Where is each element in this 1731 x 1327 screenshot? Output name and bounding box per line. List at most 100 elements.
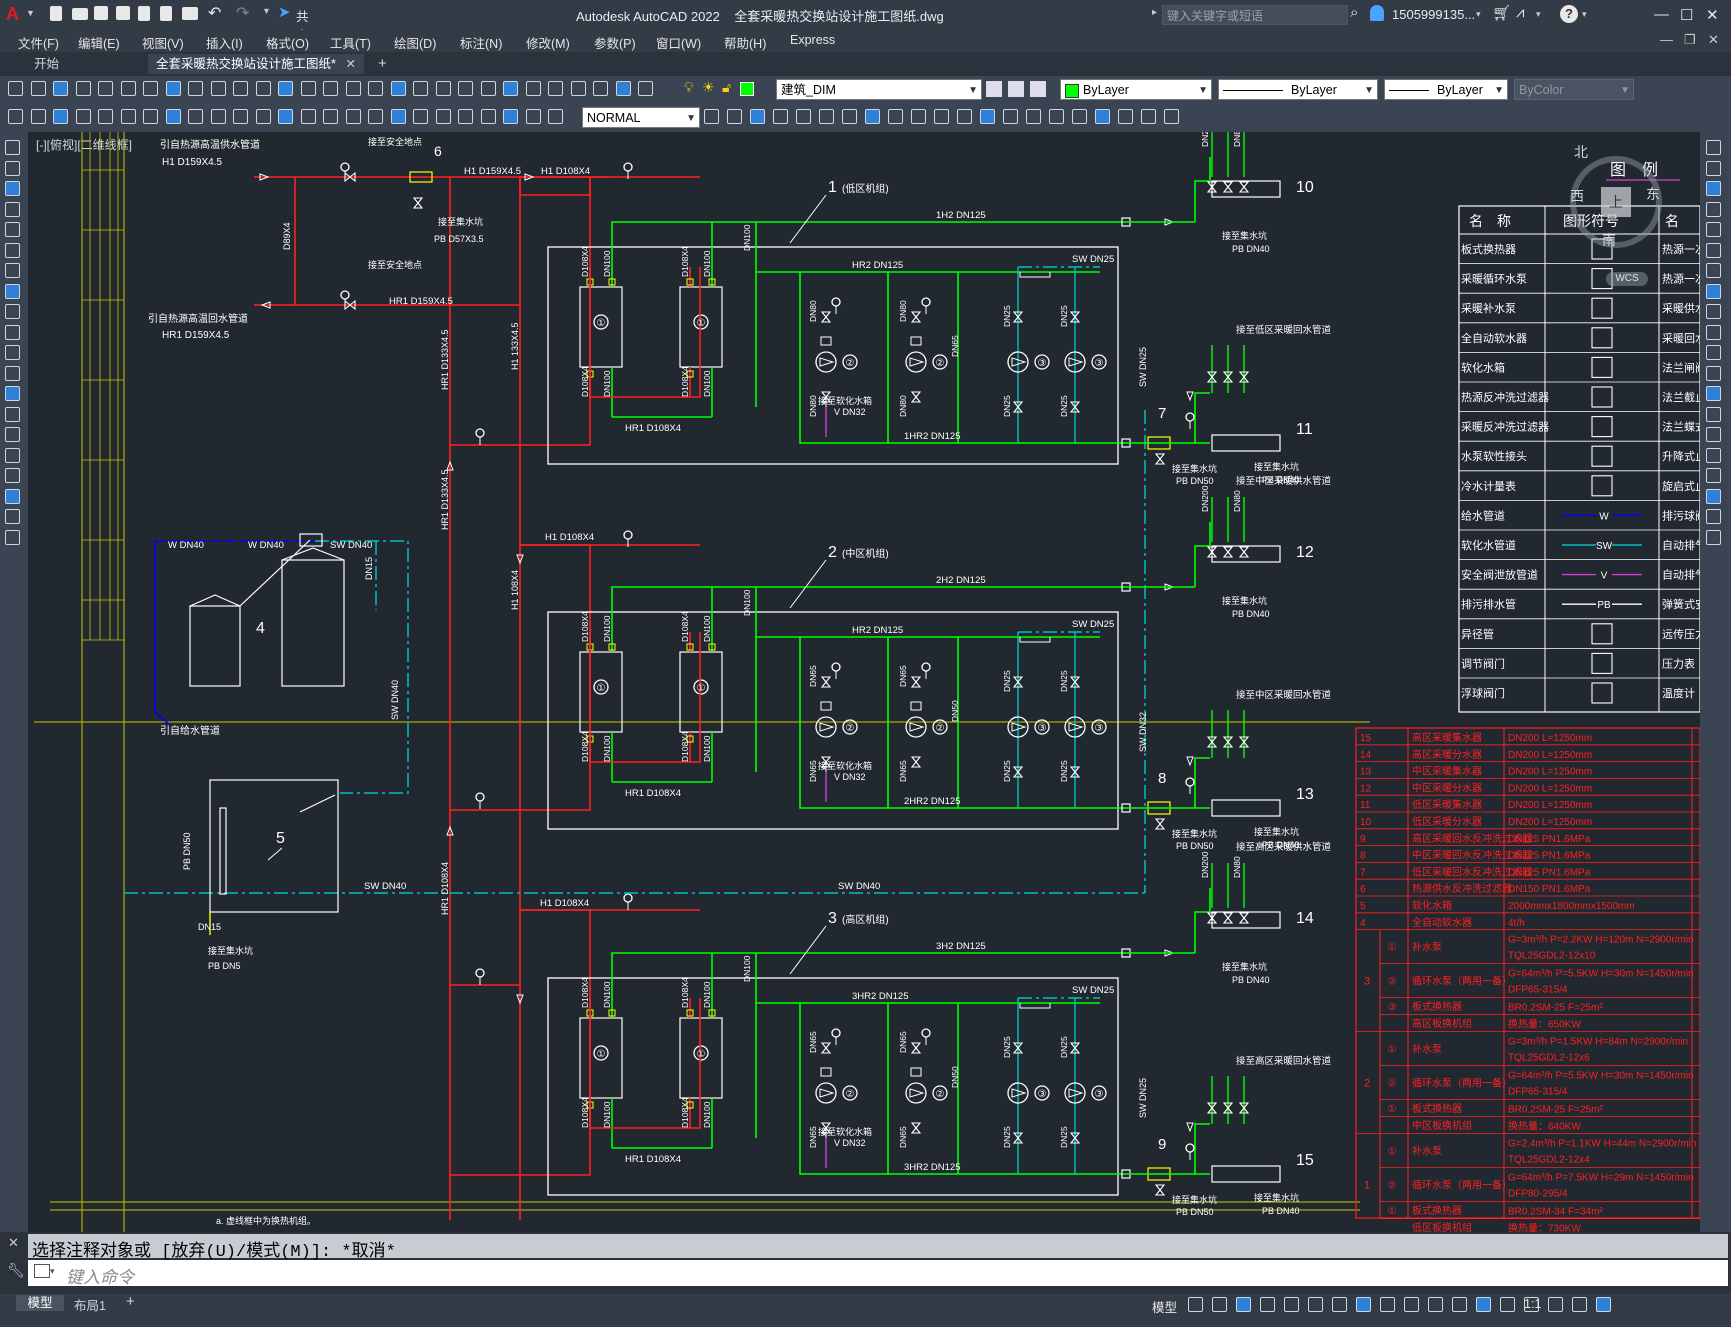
tb1-tool-25-icon[interactable] — [548, 81, 563, 96]
tb2-tool-12-icon[interactable] — [255, 109, 271, 124]
tb1-tool-27-icon[interactable] — [593, 81, 608, 96]
explode-icon[interactable] — [1706, 488, 1721, 504]
annotation-scale[interactable]: 1:1 — [1524, 1297, 1541, 1311]
insert-block-icon[interactable] — [5, 365, 20, 381]
tb1-tool-24-icon[interactable] — [525, 81, 541, 96]
tb22-tool-6-icon[interactable] — [819, 109, 834, 124]
tb1-tool-19-icon[interactable] — [413, 81, 428, 96]
array-icon[interactable] — [1706, 222, 1721, 237]
tb2-tool-15-icon[interactable] — [323, 109, 338, 124]
move-icon[interactable] — [1706, 242, 1721, 258]
drawing-canvas[interactable]: [-][俯视][二维线框] 引自热源高温供水管道 H1 D159X4.5 引自热源高… — [28, 132, 1700, 1232]
command-input[interactable]: 键入命令 — [66, 1263, 134, 1289]
menu-window[interactable]: 窗口(W) — [656, 33, 701, 52]
revcloud-icon[interactable] — [5, 283, 20, 299]
viewcube-west[interactable]: 西 — [1570, 186, 1584, 206]
undo-icon[interactable]: ↶ — [208, 3, 221, 23]
color-dropdown-chevron-icon[interactable]: ▼ — [1198, 80, 1208, 101]
search-box[interactable]: 键入关键字或短语 — [1162, 5, 1348, 25]
menu-dimension[interactable]: 标注(N) — [460, 33, 502, 52]
hatch-icon[interactable] — [5, 427, 20, 442]
viewcube-east[interactable]: 东 — [1646, 184, 1660, 204]
tb2-tool-5-icon[interactable] — [98, 109, 113, 124]
menu-insert[interactable]: 插入(I) — [206, 33, 243, 52]
tb22-tool-20-icon[interactable] — [1141, 109, 1156, 124]
tb22-tool-4-icon[interactable] — [773, 109, 788, 124]
tb22-tool-8-icon[interactable] — [865, 109, 880, 124]
help-chevron-icon[interactable]: ▾ — [1582, 9, 1587, 20]
save-web-icon[interactable] — [160, 6, 172, 21]
tb2-tool-18-icon[interactable] — [390, 109, 406, 124]
tb22-tool-3-icon[interactable] — [750, 109, 765, 124]
tb1-tool-3-icon[interactable] — [53, 81, 68, 96]
doc-restore-icon[interactable]: ❐ — [1684, 32, 1696, 48]
workspace-icon[interactable] — [1548, 1297, 1563, 1312]
ellipse-arc-icon[interactable] — [5, 345, 20, 360]
lineweight-icon[interactable] — [1428, 1297, 1443, 1312]
layout-tab-model[interactable]: 模型 — [16, 1295, 64, 1311]
layer-dropdown-chevron-icon[interactable]: ▼ — [968, 80, 978, 101]
tab-add-button[interactable]: + — [370, 54, 395, 74]
menu-tools[interactable]: 工具(T) — [330, 33, 371, 52]
circle-icon[interactable] — [5, 263, 20, 278]
polar-icon[interactable] — [1284, 1297, 1299, 1312]
selection-cycling-icon[interactable] — [1476, 1297, 1491, 1312]
tb1-tool-16-icon[interactable] — [345, 81, 361, 96]
tab-start[interactable]: 开始 — [26, 54, 68, 74]
polygon-icon[interactable] — [5, 201, 20, 217]
menu-parametric[interactable]: 参数(P) — [594, 33, 636, 52]
tb22-tool-21-icon[interactable] — [1164, 109, 1179, 124]
tb1-tool-7-icon[interactable] — [143, 81, 158, 96]
tb2-tool-2-icon[interactable] — [30, 109, 46, 124]
polar-chevron-icon[interactable] — [1308, 1297, 1323, 1312]
tb1-tool-18-icon[interactable] — [390, 81, 406, 96]
plotstyle-dropdown-chevron-icon[interactable]: ▼ — [1620, 80, 1630, 101]
layout-tab-layout1[interactable]: 布局1 — [70, 1295, 110, 1314]
color-dropdown[interactable]: ByLayer ▼ — [1060, 79, 1212, 100]
menu-file[interactable]: 文件(F) — [18, 33, 59, 52]
tab-close-icon[interactable]: ✕ — [346, 54, 356, 74]
add-layout-button[interactable]: + — [126, 1293, 135, 1310]
wcs-menu[interactable]: WCS — [1606, 272, 1648, 286]
trim-icon[interactable] — [1706, 324, 1721, 340]
lineweight-dropdown[interactable]: ByLayer ▼ — [1384, 79, 1508, 100]
menu-modify[interactable]: 修改(M) — [526, 33, 570, 52]
layer-properties-icon[interactable] — [986, 81, 1002, 97]
tb1-tool-6-icon[interactable] — [120, 81, 136, 96]
stretch-icon[interactable] — [1706, 304, 1721, 319]
tb1-tool-26-icon[interactable] — [570, 81, 586, 96]
doc-minimize-icon[interactable]: — — [1660, 32, 1673, 47]
plot-icon[interactable] — [182, 7, 198, 20]
tb22-tool-10-icon[interactable] — [911, 109, 926, 124]
tb2-tool-8-icon[interactable] — [165, 109, 181, 124]
tb2-tool-6-icon[interactable] — [120, 109, 136, 124]
fillet-icon[interactable] — [1706, 447, 1721, 463]
tb2-tool-7-icon[interactable] — [143, 109, 158, 124]
chamfer-icon[interactable] — [1706, 427, 1721, 442]
snap-icon[interactable] — [1212, 1297, 1227, 1312]
tb22-tool-15-icon[interactable] — [1026, 109, 1041, 124]
tb1-tool-28-icon[interactable] — [615, 81, 631, 96]
search-expand-icon[interactable]: ▸ — [1152, 7, 1157, 18]
tb1-tool-8-icon[interactable] — [165, 81, 181, 96]
user-icon[interactable] — [1370, 5, 1384, 21]
gradient-icon[interactable] — [5, 447, 20, 463]
tb22-tool-5-icon[interactable] — [796, 109, 811, 124]
qat-customize-icon[interactable]: ▾ — [264, 6, 269, 17]
break-point-icon[interactable] — [1706, 365, 1721, 381]
tb22-tool-18-icon[interactable] — [1095, 109, 1110, 124]
tb22-tool-11-icon[interactable] — [934, 109, 949, 124]
layer-on-icon[interactable]: 💡︎ — [684, 79, 694, 96]
tb2-tool-24-icon[interactable] — [525, 109, 541, 124]
doc-close-icon[interactable]: ✕ — [1708, 32, 1719, 48]
tab-drawing[interactable]: 全套采暖热交换站设计施工图纸* ✕ — [148, 54, 364, 74]
open-icon[interactable] — [72, 8, 88, 20]
scale-icon[interactable] — [1706, 283, 1721, 299]
offset-icon[interactable] — [1706, 201, 1721, 217]
customize-icon[interactable] — [1572, 1297, 1587, 1312]
viewcube-top-face[interactable]: 上 — [1601, 187, 1631, 217]
isodraft-icon[interactable] — [1332, 1297, 1347, 1312]
layer-dropdown[interactable]: 建筑_DIM ▼ — [776, 79, 982, 100]
tb2-tool-1-icon[interactable] — [8, 109, 23, 124]
mirror-icon[interactable] — [1706, 181, 1721, 196]
